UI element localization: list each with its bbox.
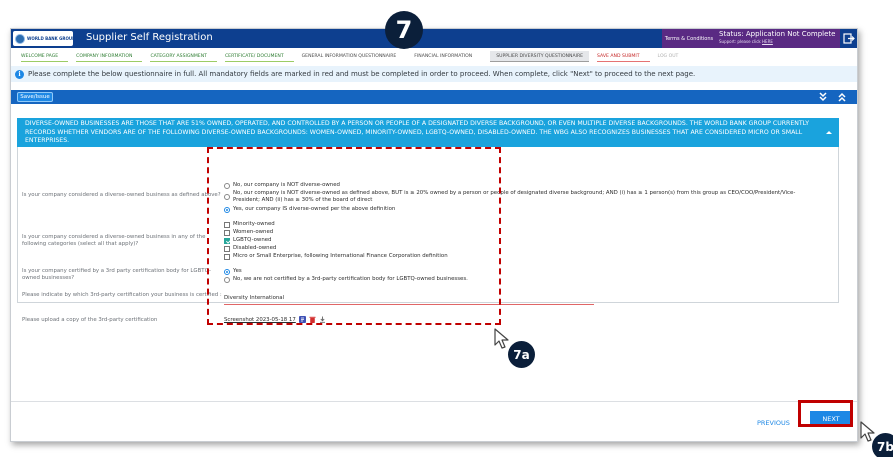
- support-text: Support: please click HERE: [719, 39, 773, 44]
- notice-text: Please complete the below questionnaire …: [28, 70, 696, 78]
- next-button-highlight-box: [798, 400, 853, 427]
- callout-badge-7b: 7b: [872, 433, 893, 457]
- tab-save-and-submit[interactable]: SAVE AND SUBMIT: [597, 51, 650, 62]
- save-issue-button[interactable]: Save/Issue: [17, 92, 53, 102]
- info-icon: i: [15, 69, 24, 79]
- question-diverse-owned-label: Is your company considered a diverse-own…: [22, 192, 221, 198]
- previous-button[interactable]: PREVIOUS: [757, 419, 790, 427]
- highlight-dashed-box: [207, 147, 501, 325]
- tab-supplier-diversity-questionnaire[interactable]: SUPPLIER DIVERSITY QUESTIONNAIRE: [490, 51, 590, 62]
- tab-log-out[interactable]: LOG OUT: [658, 51, 689, 62]
- tab-company-information[interactable]: COMPANY INFORMATION: [76, 51, 143, 62]
- question-upload-certification-label: Please upload a copy of the 3rd-party ce…: [22, 317, 158, 323]
- form-toolbar: Save/Issue: [11, 90, 857, 104]
- support-link[interactable]: HERE: [762, 39, 773, 44]
- app-title: Supplier Self Registration: [86, 32, 213, 43]
- callout-badge-7a: 7a: [508, 341, 535, 368]
- exit-icon[interactable]: [843, 33, 855, 44]
- question-certified-label: Is your company certified by a 3rd party…: [22, 268, 211, 281]
- world-bank-logo: WORLD BANK GROUP: [13, 31, 76, 46]
- caret-up-icon[interactable]: [825, 129, 833, 135]
- navigation-tabs: WELCOME PAGE COMPANY INFORMATION CATEGOR…: [11, 50, 857, 63]
- diversity-section-banner[interactable]: DIVERSE-OWNED BUSINESSES ARE THOSE THAT …: [17, 118, 839, 147]
- section-banner-text: DIVERSE-OWNED BUSINESSES ARE THOSE THAT …: [25, 120, 810, 145]
- chevron-double-up-icon[interactable]: [836, 92, 848, 102]
- tab-welcome-page[interactable]: WELCOME PAGE: [21, 51, 69, 62]
- chevron-double-down-icon[interactable]: [817, 92, 829, 102]
- logo-text: WORLD BANK GROUP: [27, 36, 76, 41]
- form-footer: PREVIOUS NEXT: [11, 401, 857, 441]
- question-diverse-categories-label: Is your company considered a diverse-own…: [22, 234, 206, 247]
- application-status: Status: Application Not Complete Support…: [716, 29, 840, 48]
- status-text: Status: Application Not Complete: [719, 30, 836, 38]
- instruction-notice: i Please complete the below questionnair…: [11, 66, 857, 82]
- globe-icon: [15, 33, 25, 44]
- app-header: WORLD BANK GROUP Supplier Self Registrat…: [11, 29, 857, 48]
- tab-category-assignment[interactable]: CATEGORY ASSIGNMENT: [150, 51, 217, 62]
- tab-certificate-document[interactable]: CERTIFICATE/ DOCUMENT: [224, 51, 294, 62]
- question-certification-body-label: Please indicate by which 3rd-party certi…: [22, 292, 222, 298]
- tab-general-information-questionnaire[interactable]: GENERAL INFORMATION QUESTIONNAIRE: [302, 51, 407, 62]
- step-number-badge: 7: [385, 11, 423, 49]
- terms-conditions-link[interactable]: Terms & Conditions: [662, 29, 716, 48]
- tab-financial-information[interactable]: FINANCIAL INFORMATION: [414, 51, 482, 62]
